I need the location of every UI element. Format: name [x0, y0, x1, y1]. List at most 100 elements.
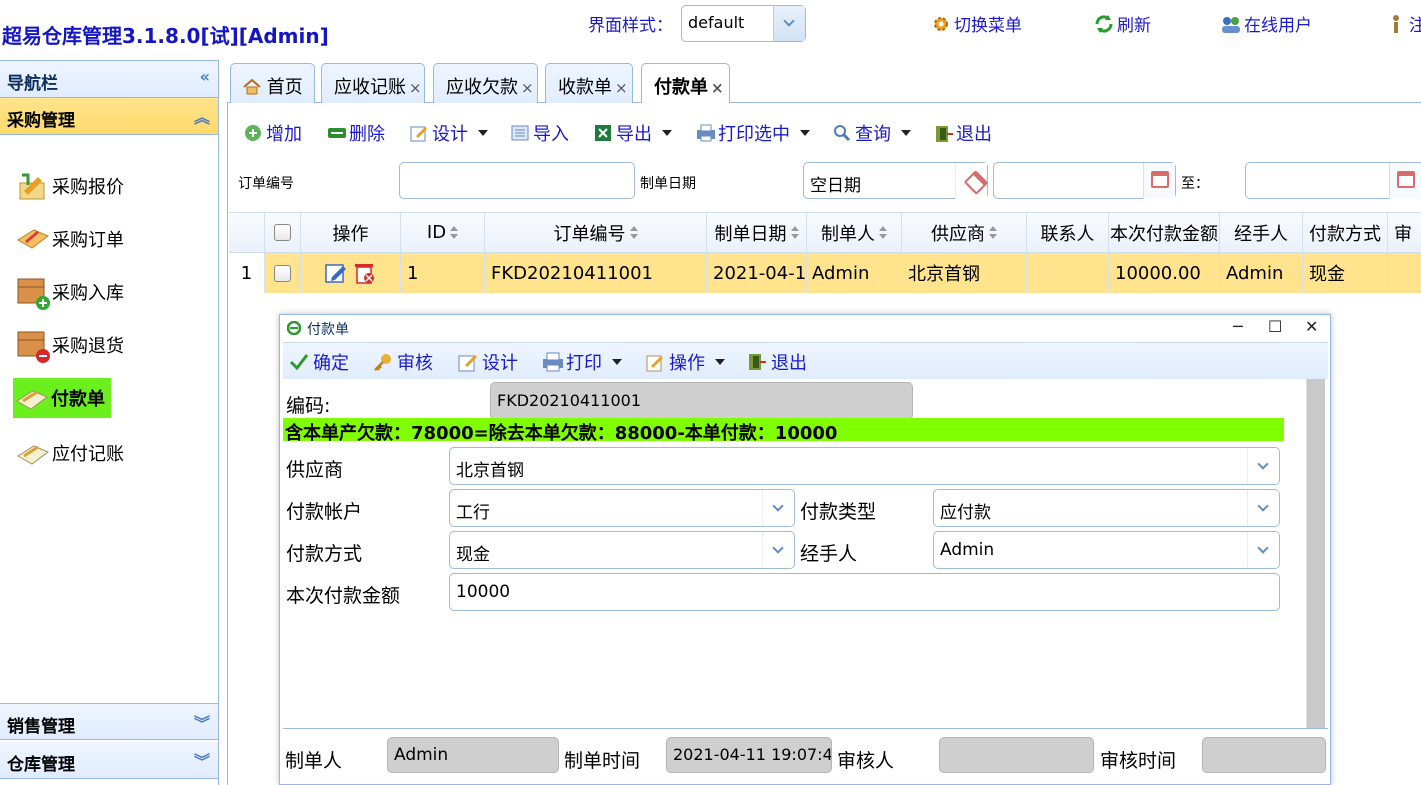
- table-row[interactable]: 1 1 FKD20210411001 2021-04-1 Admin 北京首钢 …: [229, 253, 1421, 293]
- date-from-input[interactable]: [993, 162, 1176, 199]
- close-icon[interactable]: ×: [409, 79, 422, 97]
- logout-button[interactable]: 注: [1385, 11, 1421, 36]
- delete-button[interactable]: 删除: [327, 120, 385, 146]
- dialog-titlebar[interactable]: 付款单 ─ ☐ ✕: [280, 315, 1330, 341]
- account-select[interactable]: 工行: [449, 489, 795, 527]
- tab-receivable-ledger[interactable]: 应收记账 ×: [321, 63, 425, 103]
- tab-receipt[interactable]: 收款单 ×: [545, 63, 633, 103]
- calendar-icon[interactable]: [1143, 163, 1175, 199]
- tab-home[interactable]: 首页: [230, 63, 315, 103]
- sidebar-item-label: 采购入库: [52, 283, 124, 304]
- cell-maker: Admin: [807, 253, 902, 293]
- order-no-input[interactable]: [399, 162, 635, 199]
- pay-method-select[interactable]: 现金: [449, 531, 795, 569]
- minimize-icon[interactable]: ─: [1233, 317, 1243, 336]
- col-make-date[interactable]: 制单日期: [707, 213, 807, 252]
- row-number: 1: [229, 253, 265, 293]
- close-icon[interactable]: ✕: [1305, 317, 1318, 336]
- quote-icon: [14, 167, 52, 205]
- exit-icon: [934, 124, 953, 142]
- users-icon: [1220, 13, 1242, 35]
- theme-select[interactable]: default: [681, 5, 806, 42]
- make-date-label: 制单日期: [640, 176, 696, 192]
- handler-select[interactable]: Admin: [933, 531, 1280, 569]
- close-icon[interactable]: ×: [711, 79, 724, 97]
- query-button[interactable]: 查询: [833, 120, 911, 146]
- gear-icon: [930, 13, 952, 35]
- print-button[interactable]: 打印: [542, 349, 622, 375]
- col-supplier[interactable]: 供应商: [902, 213, 1027, 252]
- select-all-checkbox[interactable]: [265, 213, 301, 252]
- amount-label: 本次付款金额: [286, 585, 401, 607]
- online-users-button[interactable]: 在线用户: [1220, 11, 1312, 36]
- design-button[interactable]: 设计: [410, 120, 488, 146]
- sort-icon: [879, 225, 887, 240]
- confirm-button[interactable]: 确定: [289, 349, 349, 375]
- sort-icon: [629, 225, 638, 240]
- sidebar-item-label: 采购订单: [52, 230, 124, 251]
- box-remove-icon: [14, 326, 52, 364]
- export-button[interactable]: 导出: [594, 120, 672, 146]
- sidebar-item-label: 应付记账: [52, 444, 124, 465]
- sidebar-item-payable-ledger[interactable]: 应付记账: [14, 433, 124, 473]
- operate-button[interactable]: 操作: [645, 349, 725, 375]
- auditor-field: [939, 737, 1094, 773]
- calendar-icon[interactable]: [1389, 163, 1421, 199]
- date-mode-select[interactable]: 空日期: [803, 162, 989, 199]
- col-amount: 本次付款金额: [1109, 213, 1220, 252]
- collapse-sidebar-icon[interactable]: «: [200, 67, 210, 86]
- print-selected-button[interactable]: 打印选中: [696, 120, 810, 146]
- section-purchase[interactable]: 采购管理 ︽: [0, 98, 218, 135]
- cell-order-no: FKD20210411001: [485, 253, 707, 293]
- date-to-input[interactable]: [1245, 162, 1421, 199]
- maximize-icon[interactable]: ☐: [1268, 317, 1282, 336]
- audit-time-field: [1202, 737, 1326, 773]
- audit-button[interactable]: 审核: [373, 349, 433, 375]
- logout-icon: [1385, 13, 1407, 35]
- auditor-label: 审核人: [837, 750, 895, 772]
- online-users-label: 在线用户: [1244, 16, 1312, 36]
- col-maker[interactable]: 制单人: [807, 213, 902, 252]
- sidebar-item-payment[interactable]: 付款单: [13, 378, 111, 418]
- pay-type-label: 付款类型: [800, 501, 877, 523]
- switch-menu-button[interactable]: 切换菜单: [930, 11, 1022, 36]
- import-button[interactable]: 导入: [511, 120, 569, 146]
- sidebar-item-purchase-quote[interactable]: 采购报价: [14, 166, 124, 206]
- dialog-exit-button[interactable]: 退出: [747, 349, 807, 375]
- theme-select-value: default: [688, 13, 745, 32]
- cell-supplier: 北京首钢: [902, 253, 1027, 293]
- chevron-down-icon: ︾: [193, 714, 210, 733]
- col-contact: 联系人: [1027, 213, 1109, 252]
- col-order-no[interactable]: 订单编号: [485, 213, 707, 252]
- close-icon[interactable]: ×: [615, 79, 628, 97]
- add-button[interactable]: 增加: [244, 120, 302, 146]
- make-time-field: 2021-04-11 19:07:42: [666, 737, 832, 773]
- payment-dialog: 付款单 ─ ☐ ✕ 确定 审核 设计 打印 操作 退出 编码: FKD20210…: [279, 314, 1331, 785]
- sidebar-item-purchase-inbound[interactable]: 采购入库: [14, 272, 124, 312]
- account-label: 付款帐户: [286, 501, 363, 523]
- dialog-design-button[interactable]: 设计: [458, 349, 518, 375]
- supplier-select[interactable]: 北京首钢: [449, 447, 1280, 485]
- cell-make-date: 2021-04-1: [707, 253, 807, 293]
- delete-icon[interactable]: [353, 261, 377, 285]
- sidebar-item-purchase-return[interactable]: 采购退货: [14, 325, 124, 365]
- close-icon[interactable]: ×: [521, 79, 534, 97]
- tab-receivable-debt[interactable]: 应收欠款 ×: [433, 63, 538, 103]
- row-checkbox[interactable]: [265, 253, 301, 293]
- supplier-value: 北京首钢: [456, 461, 524, 481]
- pay-type-select[interactable]: 应付款: [933, 489, 1280, 527]
- dialog-scrollbar[interactable]: [1306, 379, 1325, 735]
- section-warehouse[interactable]: 仓库管理 ︾: [0, 742, 218, 779]
- refresh-button[interactable]: 刷新: [1093, 11, 1151, 36]
- col-id[interactable]: ID: [401, 213, 485, 252]
- box-add-icon: [14, 273, 52, 311]
- section-warehouse-label: 仓库管理: [7, 755, 75, 775]
- tab-label: 付款单: [654, 77, 708, 98]
- maker-label: 制单人: [285, 750, 343, 772]
- section-sales[interactable]: 销售管理 ︾: [0, 703, 218, 740]
- edit-icon[interactable]: [324, 262, 347, 284]
- tab-payment[interactable]: 付款单 ×: [641, 63, 730, 104]
- amount-input[interactable]: 10000: [449, 573, 1280, 611]
- exit-button[interactable]: 退出: [934, 120, 992, 146]
- sidebar-item-purchase-order[interactable]: 采购订单: [14, 219, 124, 259]
